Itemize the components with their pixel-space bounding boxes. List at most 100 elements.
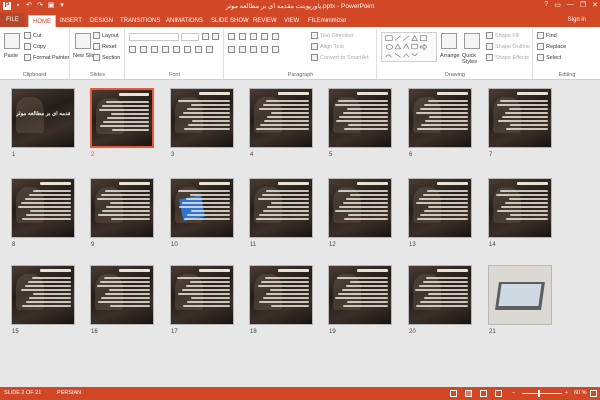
slide-sorter-view-icon[interactable] [465, 390, 472, 397]
ribbon-display-button[interactable]: ▭ [554, 1, 561, 9]
slide-thumbnail[interactable] [328, 88, 392, 148]
decrease-indent-icon[interactable] [250, 33, 257, 40]
tab-transitions[interactable]: TRANSITIONS [116, 15, 164, 27]
quick-styles-button[interactable]: Quick Styles [462, 53, 484, 65]
shape-effects-button[interactable]: Shape Effects [486, 54, 529, 61]
zoom-slider-thumb[interactable] [538, 390, 540, 397]
tab-insert[interactable]: INSERT [56, 15, 86, 27]
select-button[interactable]: Select [537, 54, 561, 61]
zoom-slider[interactable] [522, 393, 562, 394]
tab-home[interactable]: HOME [28, 15, 56, 27]
slide-number: 7 [489, 152, 493, 158]
minimize-button[interactable]: — [567, 1, 574, 9]
section-button[interactable]: Section [93, 54, 120, 61]
arrange-button[interactable]: Arrange [440, 53, 460, 59]
tab-design[interactable]: DESIGN [86, 15, 117, 27]
slide-thumbnail[interactable] [408, 88, 472, 148]
layout-button[interactable]: Layout [93, 32, 119, 39]
slide-thumbnail[interactable] [488, 178, 552, 238]
strikethrough-icon[interactable] [173, 46, 180, 53]
slide-thumbnail[interactable] [11, 265, 75, 325]
shape-fill-button[interactable]: Shape Fill [486, 32, 519, 39]
copy-button[interactable]: Copy [24, 43, 46, 50]
slide-thumbnail[interactable] [90, 88, 154, 148]
slide-thumbnail[interactable] [328, 265, 392, 325]
tab-slide-show[interactable]: SLIDE SHOW [207, 15, 253, 27]
zoom-level[interactable]: 60 % [574, 390, 587, 396]
find-button[interactable]: Find [537, 32, 557, 39]
paste-icon [4, 33, 20, 49]
slide-number: 11 [250, 242, 257, 248]
reset-label: Reset [102, 43, 117, 50]
slide-thumbnail[interactable] [408, 178, 472, 238]
font-format-buttons [129, 46, 213, 53]
tab-review[interactable]: REVIEW [249, 15, 281, 27]
underline-icon[interactable] [151, 46, 158, 53]
slides-label: Slides [90, 72, 105, 78]
convert-smartart-button[interactable]: Convert to SmartArt [311, 54, 369, 61]
tab-view[interactable]: VIEW [280, 15, 303, 27]
help-button[interactable]: ? [544, 1, 548, 9]
bold-icon[interactable] [129, 46, 136, 53]
italic-icon[interactable] [140, 46, 147, 53]
language-indicator[interactable]: PERSIAN [57, 390, 81, 396]
font-name-select[interactable] [129, 33, 179, 41]
slide-thumbnail[interactable] [488, 265, 552, 325]
shapes-gallery[interactable] [381, 32, 437, 62]
reading-view-icon[interactable] [480, 390, 487, 397]
reset-button[interactable]: Reset [93, 43, 116, 50]
bullets-icon[interactable] [228, 33, 235, 40]
slide-thumbnail[interactable] [249, 265, 313, 325]
fit-slide-icon[interactable] [590, 390, 597, 397]
zoom-in-icon[interactable]: + [565, 390, 568, 396]
normal-view-icon[interactable] [450, 390, 457, 397]
slide-thumbnail[interactable]: مقدمه ای بر مطالعه موثر [11, 88, 75, 148]
align-text-button[interactable]: Align Text [311, 43, 344, 50]
slide-thumbnail[interactable] [90, 265, 154, 325]
slide-body-lines [96, 190, 150, 222]
shape-outline-button[interactable]: Shape Outline [486, 43, 530, 50]
slide-body-lines [17, 277, 71, 309]
line-spacing-icon[interactable] [272, 33, 279, 40]
align-left-icon[interactable] [228, 46, 235, 53]
slide-thumbnail[interactable] [170, 265, 234, 325]
slide-thumbnail[interactable] [488, 88, 552, 148]
numbering-icon[interactable] [239, 33, 246, 40]
align-right-icon[interactable] [250, 46, 257, 53]
slide-heading [95, 93, 149, 98]
increase-indent-icon[interactable] [261, 33, 268, 40]
grow-font-button[interactable] [202, 33, 209, 40]
format-painter-button[interactable]: Format Painter [24, 54, 69, 61]
shrink-font-button[interactable] [212, 33, 219, 40]
cut-button[interactable]: Cut [24, 32, 42, 39]
slide-thumbnail[interactable] [408, 265, 472, 325]
slide-thumbnail[interactable] [328, 178, 392, 238]
slide-thumbnail[interactable] [170, 178, 234, 238]
columns-icon[interactable] [272, 46, 279, 53]
slide-thumbnail[interactable] [90, 178, 154, 238]
align-center-icon[interactable] [239, 46, 246, 53]
sign-in-link[interactable]: Sign in [568, 17, 586, 23]
paste-button[interactable]: Paste [4, 53, 18, 59]
tab-animations[interactable]: ANIMATIONS [162, 15, 207, 27]
tab-fileminimizer[interactable]: FILEminimizer [304, 15, 350, 27]
text-direction-button[interactable]: Text Direction [311, 32, 353, 39]
justify-icon[interactable] [261, 46, 268, 53]
slide-thumbnail[interactable] [249, 88, 313, 148]
font-color-icon[interactable] [206, 46, 213, 53]
slide-thumbnail[interactable] [11, 178, 75, 238]
tab-file[interactable]: FILE [0, 13, 25, 27]
font-size-select[interactable] [181, 33, 199, 41]
zoom-out-icon[interactable]: − [512, 390, 515, 396]
slide-thumbnail[interactable] [249, 178, 313, 238]
slide-sorter: مقدمه ای بر مطالعه موثر 1 2 3 4 5 6 7 8 9 10 11 12 13… [0, 80, 600, 387]
spacing-icon[interactable] [184, 46, 191, 53]
slideshow-view-icon[interactable] [495, 390, 502, 397]
replace-button[interactable]: Replace [537, 43, 566, 50]
slide-thumbnail[interactable] [170, 88, 234, 148]
shadow-icon[interactable] [162, 46, 169, 53]
change-case-icon[interactable] [195, 46, 202, 53]
slide-heading [174, 269, 230, 274]
restore-button[interactable]: ❐ [580, 1, 586, 9]
close-button[interactable]: ✕ [592, 1, 598, 9]
